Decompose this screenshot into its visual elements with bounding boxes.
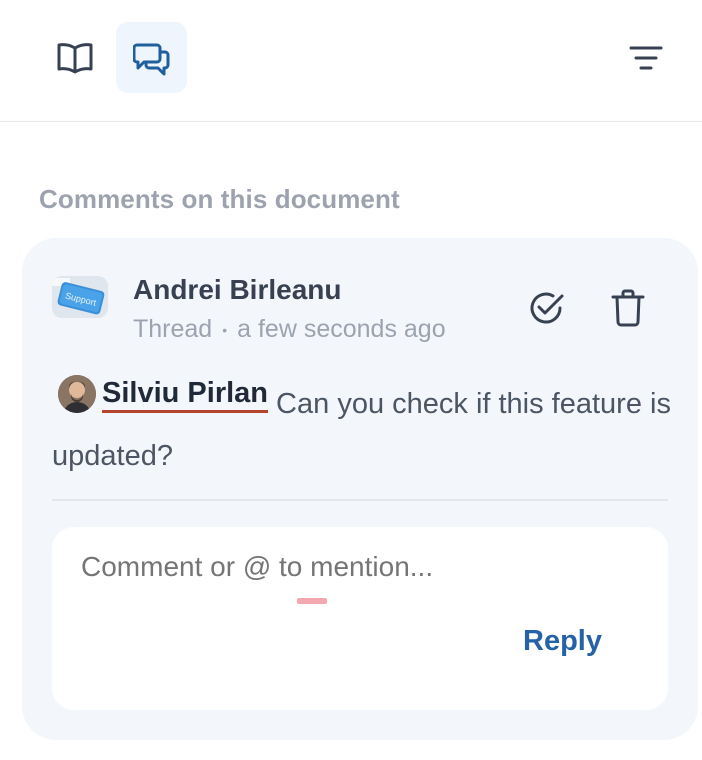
filter-lines-icon <box>629 46 662 69</box>
comment-time: a few seconds ago <box>237 315 446 343</box>
check-circle-icon <box>530 292 564 324</box>
author-avatar[interactable]: Support <box>52 276 108 318</box>
book-button[interactable] <box>39 22 110 93</box>
mention[interactable]: Silviu Pirlan <box>58 375 268 413</box>
comment-thread-card: Support Andrei Birleanu Thread • a few s… <box>22 238 698 740</box>
mention-avatar <box>58 375 96 413</box>
reply-box: Reply <box>52 527 668 710</box>
divider <box>52 499 668 501</box>
resolve-button[interactable] <box>522 284 570 332</box>
chat-bubbles-icon <box>132 43 169 75</box>
support-key-image: Support <box>52 276 108 318</box>
reply-button[interactable]: Reply <box>523 625 602 658</box>
mention-name: Silviu Pirlan <box>102 376 268 413</box>
filter-button[interactable] <box>610 22 681 93</box>
trash-icon <box>611 289 645 327</box>
meta-separator: • <box>222 321 228 338</box>
reply-input[interactable] <box>81 551 641 583</box>
comment-body: Silviu Pirlan Can you check if this feat… <box>52 375 672 482</box>
delete-button[interactable] <box>604 284 652 332</box>
toolbar <box>0 0 702 122</box>
comment-type: Thread <box>133 315 213 343</box>
person-photo-icon <box>58 375 96 413</box>
comments-button[interactable] <box>116 22 187 93</box>
author-name[interactable]: Andrei Birleanu <box>133 274 341 306</box>
panel-title: Comments on this document <box>39 184 400 214</box>
spellcheck-underline <box>297 598 327 604</box>
comment-meta: Thread • a few seconds ago <box>133 315 446 344</box>
book-open-icon <box>57 42 92 73</box>
